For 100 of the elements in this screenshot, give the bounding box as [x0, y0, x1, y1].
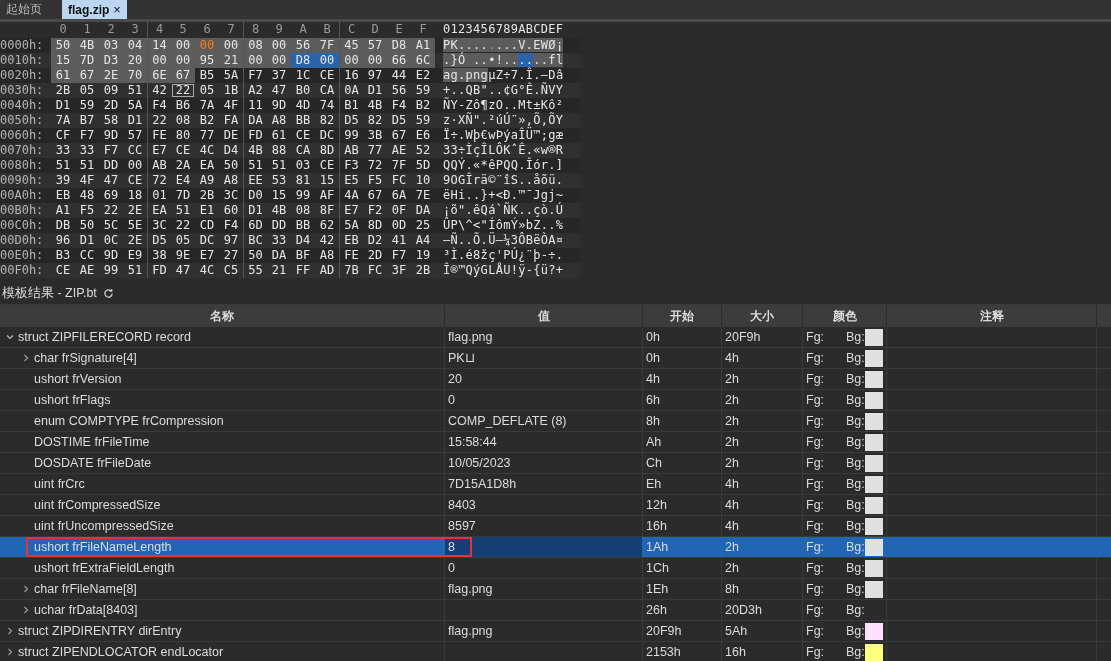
table-cell: Ch: [646, 456, 662, 470]
table-row[interactable]: uint frCompressedSize 8403 12h 4h Fg: Bg:: [0, 495, 1111, 516]
offset-label: 00D0h:: [0, 233, 45, 248]
table-row[interactable]: struct ZIPDIRENTRY dirEntry flag.png 20F9h 5Ah Fg: Bg:: [0, 621, 1111, 642]
hex-byte: A8: [318, 248, 336, 263]
table-cell-text: struct ZIPFILERECORD record: [18, 329, 191, 346]
hex-byte: 4C: [198, 263, 216, 278]
hex-byte: 99: [102, 263, 120, 278]
ascii-text: ¡õ".êQá`ÑK..çò.Ú: [443, 203, 564, 217]
table-cell: 4h: [725, 351, 739, 365]
table-cell-text: uint frUncompressedSize: [34, 518, 174, 535]
table-cell-text: ushort frFileNameLength: [34, 539, 172, 556]
table-row[interactable]: struct ZIPFILERECORD record flag.png 0h 20F9h Fg: Bg:: [0, 327, 1111, 348]
hex-byte: 5E: [126, 218, 144, 233]
table-cell: COMP_DEFLATE (8): [448, 414, 567, 428]
hex-byte: 3B: [366, 128, 384, 143]
hex-byte: B6: [174, 98, 192, 113]
hex-byte: 80: [174, 128, 192, 143]
table-cell-text: char frFileName[8]: [34, 581, 137, 598]
color-swatch[interactable]: [864, 517, 883, 535]
hex-byte: 88: [270, 143, 288, 158]
hex-byte: 9D: [102, 248, 120, 263]
table-cell: 8: [448, 540, 455, 554]
hex-byte: 3C: [222, 188, 240, 203]
color-swatch[interactable]: [864, 622, 883, 640]
hex-byte: 39: [54, 173, 72, 188]
chevron-icon[interactable]: [6, 627, 14, 635]
table-cell: 26h: [646, 603, 667, 617]
color-swatch[interactable]: [864, 559, 883, 577]
table-row[interactable]: ushort frExtraFieldLength 0 1Ch 2h Fg: Bg:: [0, 558, 1111, 579]
hex-byte: 47: [102, 173, 120, 188]
color-swatch[interactable]: [864, 454, 883, 472]
table-cell: 2h: [725, 372, 739, 386]
hex-byte: DC: [318, 128, 336, 143]
fg-label: Fg:: [806, 644, 826, 661]
ascii-text: .}Ó ..•!..: [443, 53, 519, 67]
hex-byte: FD: [147, 263, 171, 278]
color-swatch[interactable]: [864, 391, 883, 409]
color-swatch[interactable]: [864, 538, 883, 556]
chevron-icon[interactable]: [6, 333, 14, 341]
table-cell: 10/05/2023: [448, 456, 511, 470]
hex-byte: CD: [198, 218, 216, 233]
table-row[interactable]: char frSignature[4] PK⊔ 0h 4h Fg: Bg:: [0, 348, 1111, 369]
color-swatch[interactable]: [864, 370, 883, 388]
color-swatch[interactable]: [864, 412, 883, 430]
tab[interactable]: 起始页: [0, 0, 48, 19]
column-header: 0: [58, 22, 68, 38]
hex-byte: F5: [366, 173, 384, 188]
hex-byte: 74: [318, 98, 336, 113]
table-cell: 6h: [646, 393, 660, 407]
hex-byte: A1: [54, 203, 72, 218]
offset-label: 0030h:: [0, 83, 45, 98]
hex-byte: AD: [318, 263, 336, 278]
hex-byte: 67: [366, 188, 384, 203]
chevron-icon[interactable]: [6, 648, 14, 656]
table-row[interactable]: DOSDATE frFileDate 10/05/2023 Ch 2h Fg: Bg:: [0, 453, 1111, 474]
color-swatch[interactable]: [864, 496, 883, 514]
hex-byte: 8F: [318, 203, 336, 218]
close-icon[interactable]: ×: [113, 2, 121, 17]
table-row[interactable]: ushort frFileNameLength 8 1Ah 2h Fg: Bg:: [0, 537, 1111, 558]
hex-byte: FC: [390, 173, 408, 188]
table-cell-text: struct ZIPENDLOCATOR endLocator: [18, 644, 224, 661]
table-row[interactable]: char frFileName[8] flag.png 1Eh 8h Fg: Bg:: [0, 579, 1111, 600]
color-swatch[interactable]: [864, 475, 883, 493]
table-row[interactable]: uint frCrc 7D15A1D8h Eh 4h Fg: Bg:: [0, 474, 1111, 495]
hex-byte: A8: [270, 113, 288, 128]
color-swatch[interactable]: [864, 643, 883, 661]
chevron-icon[interactable]: [22, 606, 30, 614]
column-header: 开始: [643, 305, 722, 327]
bg-label: Bg:: [846, 602, 865, 619]
table-row[interactable]: uchar frData[8403] 26h 20D3h Fg: Bg:: [0, 600, 1111, 621]
table-row[interactable]: DOSTIME frFileTime 15:58:44 Ah 2h Fg: Bg:: [0, 432, 1111, 453]
color-swatch[interactable]: [864, 433, 883, 451]
hex-byte: 18: [126, 188, 144, 203]
color-swatch[interactable]: [864, 580, 883, 598]
table-cell: 20F9h: [646, 624, 682, 638]
hex-byte: DC: [198, 233, 216, 248]
table-cell: 1Ch: [646, 561, 669, 575]
hex-byte: 69: [102, 188, 120, 203]
color-swatch[interactable]: [864, 349, 883, 367]
table-row[interactable]: struct ZIPENDLOCATOR endLocator 2153h 16h Fg: Bg:: [0, 642, 1111, 661]
chevron-icon[interactable]: [22, 585, 30, 593]
tab[interactable]: flag.zip ×: [62, 0, 127, 19]
table-row[interactable]: ushort frFlags 0 6h 2h Fg: Bg:: [0, 390, 1111, 411]
hex-byte: 0C: [102, 233, 120, 248]
color-swatch[interactable]: [864, 328, 883, 346]
column-header: 名称: [0, 305, 445, 327]
table-row[interactable]: ushort frVersion 20 4h 2h Fg: Bg:: [0, 369, 1111, 390]
bg-label: Bg:: [846, 476, 865, 493]
hex-byte: 96: [54, 233, 72, 248]
chevron-icon[interactable]: [22, 354, 30, 362]
refresh-icon[interactable]: [102, 287, 114, 299]
table-row[interactable]: enum COMPTYPE frCompression COMP_DEFLATE (8) 8h 2h Fg: Bg:: [0, 411, 1111, 432]
ascii-text: ag.png: [443, 68, 489, 82]
hex-byte: 6A: [390, 188, 408, 203]
hex-byte: 5D: [414, 158, 432, 173]
table-cell-text: ushort frExtraFieldLength: [34, 560, 175, 577]
hex-byte: 00: [267, 53, 291, 68]
hex-byte: 58: [102, 113, 120, 128]
ascii-text: z·XÑ".²úÚ¨»,Õ,ÕY: [443, 113, 564, 127]
